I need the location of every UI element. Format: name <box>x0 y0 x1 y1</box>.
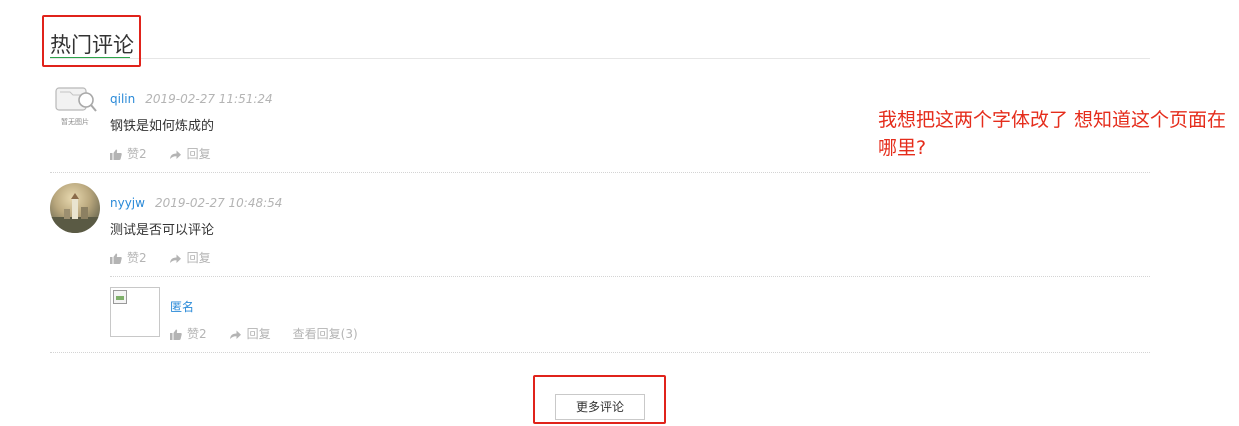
broken-image-icon <box>113 290 127 304</box>
reply-divider <box>110 276 1150 277</box>
image-placeholder-icon <box>55 87 97 112</box>
avatar[interactable]: 暂无图片 <box>50 80 100 130</box>
reply-username[interactable]: 匿名 <box>170 300 194 314</box>
reply-arrow-icon <box>169 254 181 263</box>
like-button[interactable]: 赞2 <box>110 250 147 266</box>
like-label: 赞2 <box>127 251 147 265</box>
comment-actions: 赞2 回复 <box>110 250 233 266</box>
comment-username[interactable]: nyyjw <box>110 196 145 210</box>
comment-meta: nyyjw 2019-02-27 10:48:54 <box>110 195 282 211</box>
view-replies-link[interactable]: 查看回复(3) <box>293 326 358 342</box>
reply-button[interactable]: 回复 <box>169 146 211 162</box>
like-button[interactable]: 赞2 <box>170 326 207 342</box>
reply-actions: 赞2 回复 查看回复(3) <box>170 326 380 342</box>
thumbs-up-icon <box>110 149 122 160</box>
title-divider <box>50 58 1150 59</box>
avatar[interactable] <box>50 183 100 233</box>
comment-username[interactable]: qilin <box>110 92 135 106</box>
avatar-placeholder-label: 暂无图片 <box>61 118 89 126</box>
reply-arrow-icon <box>229 330 241 339</box>
annotation-text: 我想把这两个字体改了 想知道这个页面在哪里? <box>878 109 1227 159</box>
reply-label: 回复 <box>246 327 271 341</box>
comment-time: 2019-02-27 11:51:24 <box>145 92 273 106</box>
thumbs-up-icon <box>170 329 182 340</box>
reply-meta: 匿名 <box>170 299 194 315</box>
reply-arrow-icon <box>169 150 181 159</box>
title-highlight-box <box>42 15 141 67</box>
reply-label: 回复 <box>186 147 211 161</box>
comment-text: 钢铁是如何炼成的 <box>110 119 215 134</box>
like-label: 赞2 <box>127 147 147 161</box>
reply-button[interactable]: 回复 <box>169 250 211 266</box>
comment-text: 测试是否可以评论 <box>110 223 215 238</box>
comment-time: 2019-02-27 10:48:54 <box>154 196 283 210</box>
avatar-photo-image <box>50 193 100 233</box>
reply-button[interactable]: 回复 <box>229 326 271 342</box>
like-label: 赞2 <box>187 327 207 341</box>
comment-meta: qilin 2019-02-27 11:51:24 <box>110 91 273 107</box>
comment-divider <box>50 172 1150 173</box>
button-highlight-box <box>533 375 666 424</box>
thumbs-up-icon <box>110 253 122 264</box>
reply-avatar-broken-image[interactable] <box>110 287 160 337</box>
comment-divider <box>50 352 1150 353</box>
reply-label: 回复 <box>186 251 211 265</box>
comment-actions: 赞2 回复 <box>110 146 233 162</box>
like-button[interactable]: 赞2 <box>110 146 147 162</box>
